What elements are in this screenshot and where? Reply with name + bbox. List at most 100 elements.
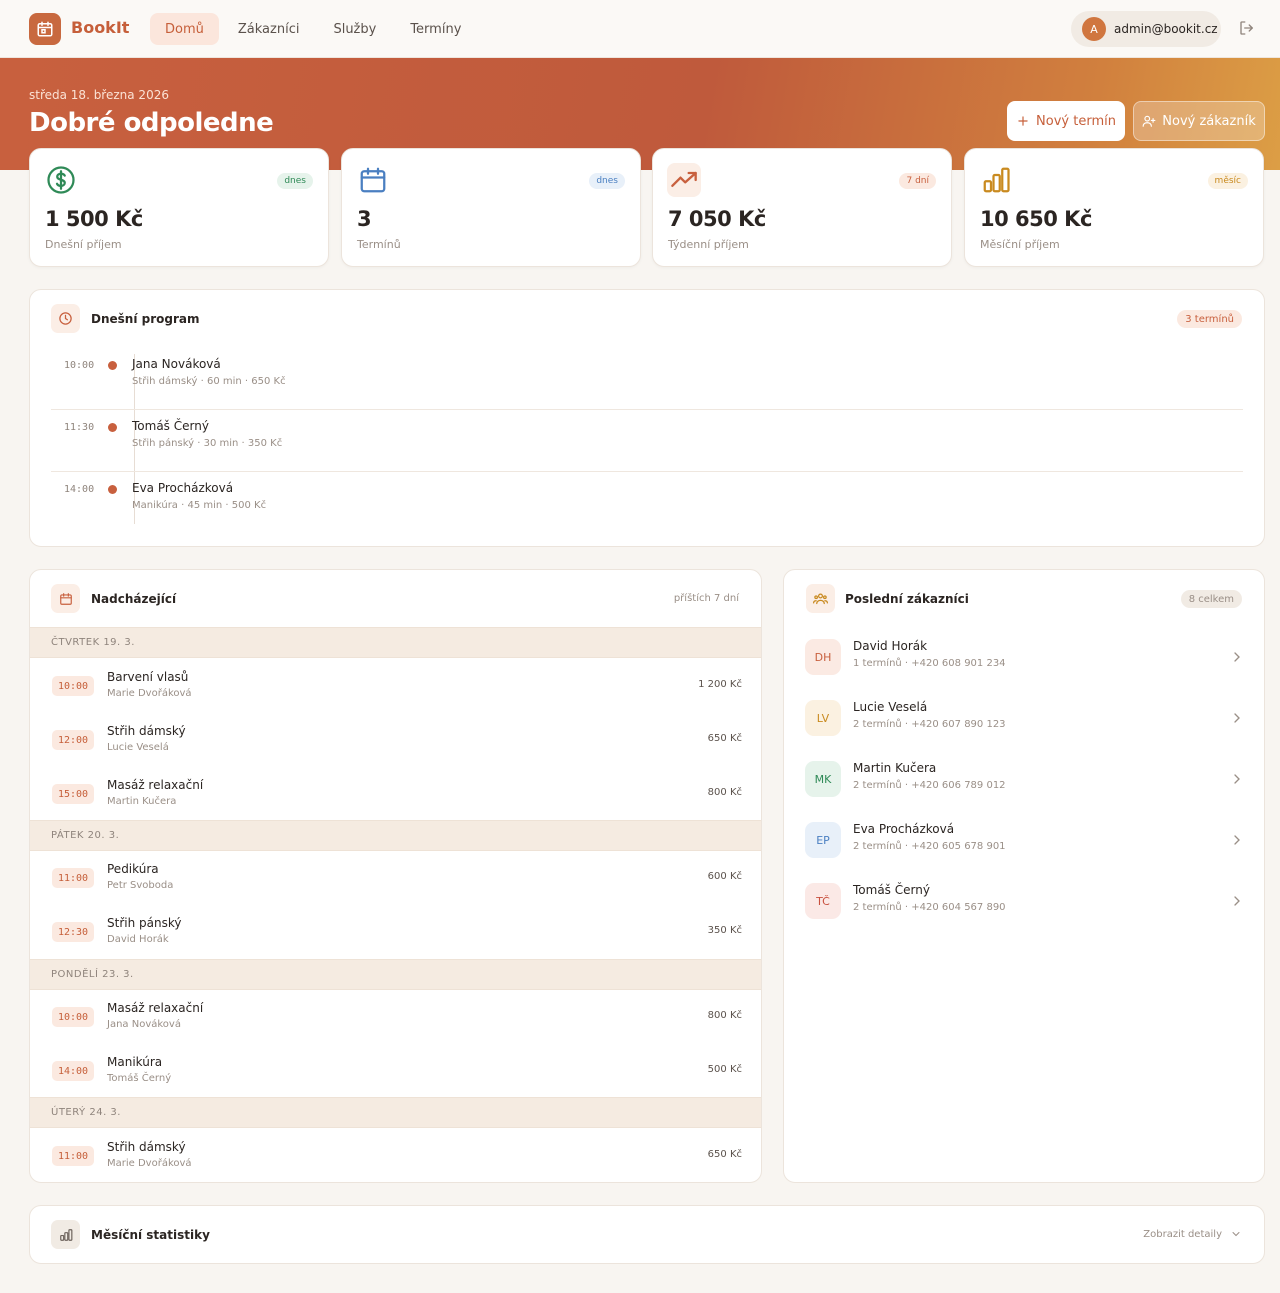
appointment-price: 350 Kč (707, 925, 742, 936)
appointment-service: Masáž relaxační (107, 1001, 204, 1015)
appointment-service: Masáž relaxační (107, 778, 204, 792)
timeline-time: 14:00 (64, 484, 95, 495)
chevron-right-icon (1234, 652, 1240, 662)
dollar-icon (44, 163, 78, 197)
appointment-time: 11:00 (52, 868, 94, 888)
timeline-detail: Střih dámský · 60 min · 650 Kč (132, 376, 286, 387)
stat-value: 10 650 Kč (980, 207, 1092, 231)
customer-row[interactable]: EP Eva Procházková 2 termínů · +420 605 … (805, 810, 1245, 871)
appointment-service: Barvení vlasů (107, 670, 189, 684)
timeline-customer: Eva Procházková (132, 481, 234, 495)
panel-title: Poslední zákazníci (845, 592, 969, 606)
stat-badge: měsíc (1207, 173, 1248, 189)
stat-value: 3 (357, 207, 372, 231)
avatar: DH (805, 639, 841, 675)
customer-row[interactable]: TČ Tomáš Černý 2 termínů · +420 604 567 … (805, 871, 1245, 932)
appointment-row[interactable]: 12:30 Střih pánský David Horák 350 Kč (30, 905, 761, 959)
nav-link-services[interactable]: Služby (318, 13, 391, 45)
appointment-price: 650 Kč (707, 733, 742, 744)
appointment-row[interactable]: 11:00 Střih dámský Marie Dvořáková 650 K… (30, 1129, 761, 1182)
user-menu[interactable]: A admin@bookit.cz (1071, 11, 1221, 47)
timeline-item[interactable]: 14:00 Eva Procházková Manikúra · 45 min … (51, 472, 1243, 534)
stat-badge: 7 dní (899, 173, 936, 189)
stat-value: 7 050 Kč (668, 207, 766, 231)
stat-card-monthly-income: měsíc 10 650 Kč Měsíční příjem (964, 148, 1264, 267)
recent-customers-panel: Poslední zákazníci 8 celkem DH David Hor… (783, 569, 1265, 1183)
nav-link-home[interactable]: Domů (150, 13, 219, 45)
nav-links: Domů Zákazníci Služby Termíny (150, 13, 476, 45)
stat-label: Měsíční příjem (980, 238, 1060, 251)
monthly-stats-panel[interactable]: Měsíční statistiky Zobrazit detaily (29, 1205, 1265, 1264)
timeline-item[interactable]: 11:30 Tomáš Černý Střih pánský · 30 min … (51, 410, 1243, 472)
appointment-customer: Marie Dvořáková (107, 1158, 192, 1169)
range-label: příštích 7 dní (673, 593, 739, 604)
appointment-row[interactable]: 10:00 Masáž relaxační Jana Nováková 800 … (30, 990, 761, 1044)
show-details-label: Zobrazit detaily (1143, 1228, 1222, 1240)
customer-detail: 2 termínů · +420 607 890 123 (853, 719, 1006, 730)
timeline-item[interactable]: 10:00 Jana Nováková Střih dámský · 60 mi… (51, 348, 1243, 410)
new-customer-label: Nový zákazník (1162, 113, 1256, 129)
calendar-logo-icon[interactable] (29, 13, 61, 45)
appointment-time: 10:00 (52, 676, 94, 696)
appointment-price: 500 Kč (707, 1064, 742, 1075)
appointment-row[interactable]: 14:00 Manikúra Tomáš Černý 500 Kč (30, 1044, 761, 1098)
stat-badge: dnes (277, 173, 313, 189)
appointment-time: 15:00 (52, 784, 94, 804)
appointment-price: 600 Kč (707, 871, 742, 882)
customer-detail: 2 termínů · +420 605 678 901 (853, 841, 1006, 852)
customer-name: Lucie Veselá (853, 700, 928, 714)
new-appointment-button[interactable]: Nový termín (1007, 101, 1125, 141)
appointment-customer: David Horák (107, 934, 169, 945)
appointment-time: 11:00 (52, 1146, 94, 1166)
stat-label: Termínů (357, 238, 401, 251)
user-plus-icon (1142, 115, 1156, 127)
day-header: ÚTERÝ 24. 3. (30, 1097, 761, 1128)
panel-title: Dnešní program (91, 312, 200, 326)
top-nav: BookIt Domů Zákazníci Služby Termíny A a… (0, 0, 1280, 58)
appointment-service: Střih dámský (107, 1140, 186, 1154)
appointment-row[interactable]: 15:00 Masáž relaxační Martin Kučera 800 … (30, 767, 761, 821)
bar-chart-icon (979, 163, 1013, 197)
show-details-toggle[interactable]: Zobrazit detaily (1143, 1228, 1242, 1240)
new-customer-button[interactable]: Nový zákazník (1133, 101, 1265, 141)
timeline-customer: Tomáš Černý (132, 419, 209, 433)
brand-name[interactable]: BookIt (71, 18, 129, 37)
appointment-row[interactable]: 11:00 Pedikúra Petr Svoboda 600 Kč (30, 851, 761, 905)
appointment-customer: Tomáš Černý (107, 1073, 172, 1084)
appointment-customer: Petr Svoboda (107, 880, 174, 891)
chevron-right-icon (1234, 713, 1240, 723)
avatar: LV (805, 700, 841, 736)
stat-badge: dnes (589, 173, 625, 189)
customer-row[interactable]: MK Martin Kučera 2 termínů · +420 606 78… (805, 749, 1245, 810)
appointment-price: 800 Kč (707, 787, 742, 798)
appointment-customer: Martin Kučera (107, 796, 177, 807)
customer-row[interactable]: LV Lucie Veselá 2 termínů · +420 607 890… (805, 688, 1245, 749)
appointment-service: Střih dámský (107, 724, 186, 738)
panel-title: Nadcházející (91, 592, 177, 606)
stat-card-appointments: dnes 3 Termínů (341, 148, 641, 267)
timeline-dot (108, 423, 117, 432)
day-header: ČTVRTEK 19. 3. (30, 627, 761, 658)
logout-icon[interactable] (1238, 19, 1256, 41)
customer-row[interactable]: DH David Horák 1 termínů · +420 608 901 … (805, 627, 1245, 688)
day-header: PONDĚLÍ 23. 3. (30, 959, 761, 990)
timeline-detail: Manikúra · 45 min · 500 Kč (132, 500, 267, 511)
avatar: A (1082, 17, 1106, 41)
appointment-customer: Jana Nováková (107, 1019, 181, 1030)
nav-link-appointments[interactable]: Termíny (395, 13, 476, 45)
appointment-service: Manikúra (107, 1055, 163, 1069)
customer-name: Eva Procházková (853, 822, 955, 836)
stat-label: Týdenní příjem (668, 238, 749, 251)
appointment-count-badge: 3 termínů (1177, 310, 1242, 328)
appointment-row[interactable]: 10:00 Barvení vlasů Marie Dvořáková 1 20… (30, 659, 761, 713)
nav-link-customers[interactable]: Zákazníci (223, 13, 315, 45)
appointment-price: 800 Kč (707, 1010, 742, 1021)
calendar-icon (51, 584, 80, 613)
today-program-panel: Dnešní program 3 termínů 10:00 Jana Nová… (29, 289, 1265, 547)
appointment-price: 650 Kč (707, 1149, 742, 1160)
timeline-detail: Střih pánský · 30 min · 350 Kč (132, 438, 283, 449)
clock-icon (51, 304, 80, 333)
stat-value: 1 500 Kč (45, 207, 143, 231)
avatar: MK (805, 761, 841, 797)
appointment-row[interactable]: 12:00 Střih dámský Lucie Veselá 650 Kč (30, 713, 761, 767)
